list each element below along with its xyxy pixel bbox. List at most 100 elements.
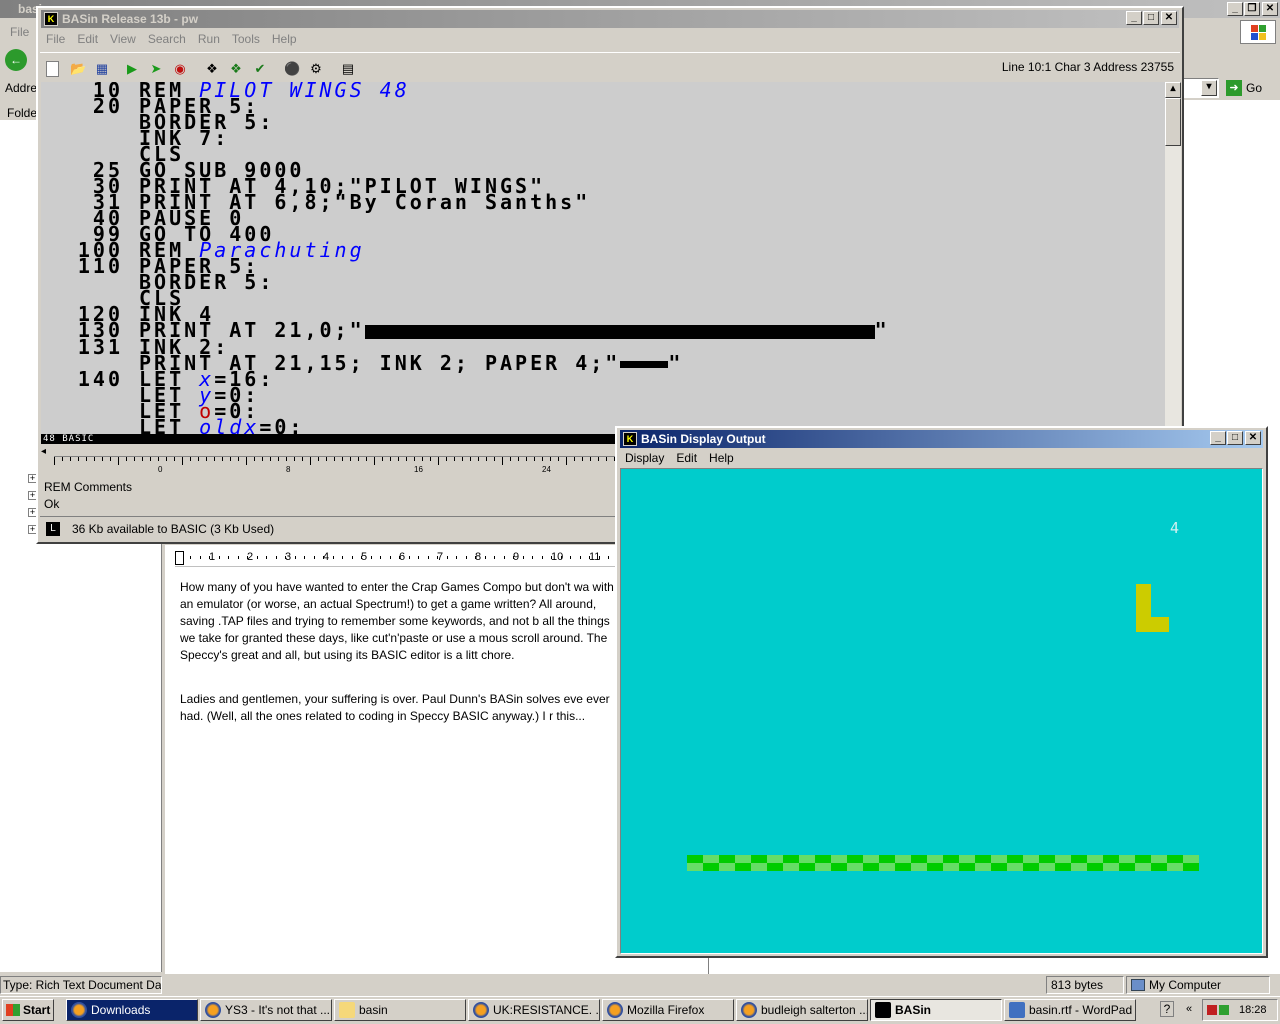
code-token: " — [668, 350, 684, 375]
continue-icon[interactable]: ➤ — [148, 61, 164, 77]
step-over-icon[interactable]: ❖ — [228, 61, 244, 77]
ruler-tick — [350, 457, 351, 461]
new-file-icon[interactable] — [46, 61, 59, 77]
ruler-tick — [334, 457, 335, 461]
ruler-tick — [218, 556, 220, 559]
display-close-button[interactable]: ✕ — [1245, 431, 1261, 445]
tray-flag-icon — [1207, 1005, 1217, 1015]
display-menu-edit[interactable]: Edit — [670, 451, 703, 465]
wordpad-para-1[interactable]: How many of you have wanted to enter the… — [180, 579, 620, 679]
explorer-minimize-button[interactable]: _ — [1227, 2, 1243, 16]
display-window: K BASin Display Output _ □ ✕ Display Edit… — [615, 426, 1268, 958]
taskbar-button-label: UK:RESISTANCE. ... — [493, 1003, 600, 1017]
display-menu-display[interactable]: Display — [619, 451, 670, 465]
explorer-menu-file[interactable]: File — [10, 25, 29, 39]
taskbar-button[interactable]: basin — [334, 999, 466, 1021]
display-titlebar[interactable]: K BASin Display Output _ □ ✕ — [620, 430, 1263, 448]
clock: 18:28 — [1239, 1004, 1267, 1016]
ruler-tick — [522, 556, 524, 559]
taskbar-button[interactable]: Downloads — [66, 999, 198, 1021]
basin-menu-tools[interactable]: Tools — [226, 32, 266, 46]
ruler-tick — [256, 556, 258, 559]
open-folder-icon[interactable]: 📂 — [70, 61, 86, 77]
ground-cell — [775, 863, 783, 871]
ground-cell — [1127, 863, 1135, 871]
code-line[interactable]: BORDER 5: — [41, 272, 1165, 292]
ground-cell — [999, 855, 1007, 863]
basin-titlebar[interactable]: K BASin Release 13b - pw _ □ ✕ — [41, 10, 1179, 28]
ground-cell — [1119, 855, 1127, 863]
basin-minimize-button[interactable]: _ — [1126, 11, 1142, 25]
taskbar-button[interactable]: basin.rtf - WordPad — [1004, 999, 1136, 1021]
wordpad-ruler[interactable]: 1 2 3 4 5 6 7 8 9 10 11 — [175, 549, 619, 567]
ruler-tick — [418, 556, 419, 559]
editor-scrollbar[interactable]: ▴ — [1165, 82, 1181, 434]
firefox-icon — [71, 1002, 87, 1018]
ground-cell — [1111, 855, 1119, 863]
back-button[interactable]: ← — [5, 49, 27, 71]
code-editor[interactable]: 10 REM PILOT WINGS 48 20 PAPER 5: BORDER 5: I… — [41, 82, 1165, 434]
taskbar-button[interactable]: Mozilla Firefox — [602, 999, 734, 1021]
display-menu-help[interactable]: Help — [703, 451, 740, 465]
tray-expand-icon[interactable]: « — [1186, 1003, 1192, 1015]
taskbar-button-label: YS3 - It's not that ... — [225, 1003, 331, 1017]
display-window-icon[interactable]: ▤ — [340, 61, 356, 77]
step-into-icon[interactable]: ❖ — [204, 61, 220, 77]
save-icon[interactable]: ▦ — [94, 61, 110, 77]
stop-icon[interactable]: ◉ — [172, 61, 188, 77]
basin-menu-help[interactable]: Help — [266, 32, 303, 46]
ground-cell — [1055, 855, 1063, 863]
taskbar-button-label: basin.rtf - WordPad — [1029, 1003, 1133, 1017]
basin-menu-edit[interactable]: Edit — [71, 32, 104, 46]
ruler-label: 8 — [286, 465, 291, 474]
basin-menu-view[interactable]: View — [104, 32, 142, 46]
basin-menu-file[interactable]: File — [40, 32, 71, 46]
taskbar-button[interactable]: YS3 - It's not that ... — [200, 999, 332, 1021]
ruler-tick — [286, 457, 287, 461]
explorer-close-button[interactable]: ✕ — [1262, 2, 1278, 16]
basin-close-button[interactable]: ✕ — [1161, 11, 1177, 25]
scroll-left-button[interactable]: ◂ — [41, 446, 46, 457]
ground-cell — [759, 863, 767, 871]
ruler-tick — [302, 457, 303, 461]
ruler-tick — [332, 556, 334, 559]
basin-maximize-button[interactable]: □ — [1143, 11, 1159, 25]
ruler-tick — [513, 556, 514, 559]
taskbar-button[interactable]: budleigh salterton ... — [736, 999, 868, 1021]
code-line[interactable]: INK 7: — [41, 128, 1165, 148]
run-to-icon[interactable]: ✔ — [252, 61, 268, 77]
ground-cell — [975, 863, 983, 871]
ruler-tick — [526, 457, 527, 461]
taskbar-button[interactable]: BASin — [870, 999, 1002, 1021]
taskbar-button[interactable]: UK:RESISTANCE. ... — [468, 999, 600, 1021]
indent-marker[interactable] — [175, 551, 184, 565]
windows-flag-icon — [6, 1004, 20, 1016]
scroll-up-button[interactable]: ▴ — [1165, 82, 1181, 98]
address-dropdown[interactable]: ▾ — [1183, 78, 1219, 98]
scroll-thumb[interactable] — [1165, 98, 1181, 146]
chevron-down-icon[interactable]: ▾ — [1201, 80, 1217, 96]
ground-cell — [735, 863, 743, 871]
basin-menu-run[interactable]: Run — [192, 32, 226, 46]
ground-cell — [983, 863, 991, 871]
run-icon[interactable]: ▶ — [124, 61, 140, 77]
display-minimize-button[interactable]: _ — [1210, 431, 1226, 445]
ground-cell — [1111, 863, 1119, 871]
breakpoint-icon[interactable]: ⚫ — [284, 61, 300, 77]
basin-menu-search[interactable]: Search — [142, 32, 192, 46]
code-token: =0: — [259, 414, 305, 435]
spectrum-screen[interactable]: 4 — [620, 468, 1263, 954]
display-maximize-button[interactable]: □ — [1227, 431, 1243, 445]
help-icon[interactable]: ? — [1160, 1001, 1174, 1017]
ground-cell — [1095, 863, 1103, 871]
ruler-tick — [94, 457, 95, 461]
go-button[interactable]: ➜ Go — [1226, 78, 1262, 98]
ground-cell — [1127, 855, 1135, 863]
watch-icon[interactable]: ⚙ — [308, 61, 324, 77]
start-button[interactable]: Start — [2, 999, 54, 1021]
ground-cell — [1183, 863, 1191, 871]
wordpad-para-2[interactable]: Ladies and gentlemen, your suffering is … — [180, 691, 620, 743]
ruler-tick — [70, 457, 71, 461]
basin-toolbar: 📂 ▦ ▶ ➤ ◉ ❖ ❖ ✔ ⚫ ⚙ ▤ Line 10:1 Char 3 A… — [40, 52, 1180, 80]
explorer-restore-button[interactable]: ❐ — [1244, 2, 1260, 16]
